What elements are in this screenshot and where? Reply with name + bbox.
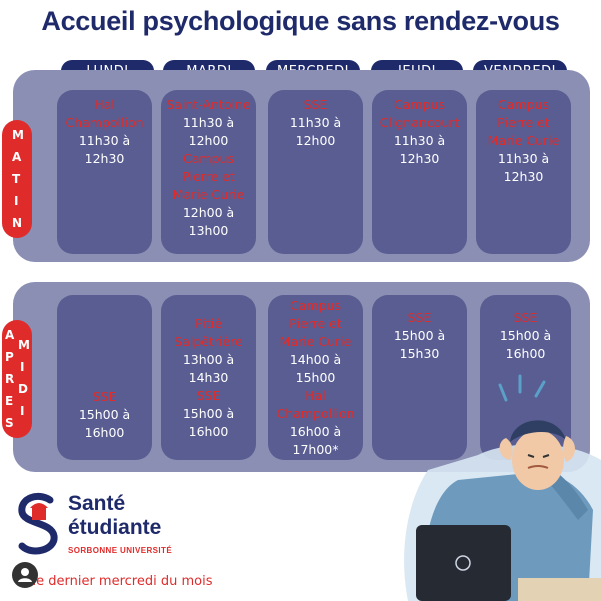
- side-label-matin: M A T I N: [2, 120, 32, 238]
- page-title: Accueil psychologique sans rendez-vous: [41, 6, 560, 36]
- time-label: 12h30: [84, 151, 125, 166]
- location-label: Campus Clignancourt: [379, 97, 460, 130]
- time-label: 11h30 à: [393, 133, 446, 148]
- location-label: SSE: [513, 310, 538, 325]
- time-label: 11h30 à: [78, 133, 131, 148]
- time-label: 15h00 à: [499, 328, 552, 343]
- time-label: 16h00 à: [289, 424, 342, 439]
- location-label: Hal Champollion: [276, 388, 355, 421]
- time-label: 11h30 à: [289, 115, 342, 130]
- brand-line-2: étudiante: [68, 516, 162, 539]
- location-label: Campus Pierre et Marie Curie: [279, 298, 352, 349]
- afternoon-lundi-cell: SSE 15h00 à 16h00: [57, 295, 152, 460]
- morning-mardi-cell: Saint-Antoine 11h30 à 12h00 Campus Pierr…: [161, 90, 256, 254]
- time-label: 13h00 à: [182, 352, 235, 367]
- time-label: 15h00: [295, 370, 336, 385]
- time-label: 15h00 à: [182, 406, 235, 421]
- time-label: 16h00: [84, 425, 125, 440]
- location-label: Saint-Antoine: [166, 97, 251, 112]
- time-label: 12h30: [503, 169, 544, 184]
- sorbonne-s-logo-icon: [16, 490, 62, 562]
- time-label: 12h00: [295, 133, 336, 148]
- time-label: 14h00 à: [289, 352, 342, 367]
- time-label: 12h30: [399, 151, 440, 166]
- afternoon-mercredi-cell: Campus Pierre et Marie Curie 14h00 à 15h…: [268, 295, 363, 460]
- time-label: 12h00 à: [182, 205, 235, 220]
- footnote: *le dernier mercredi du mois: [26, 574, 213, 589]
- location-label: SSE: [407, 310, 432, 325]
- afternoon-mardi-cell: Pitié Salpêtrière 13h00 à 14h30 SSE 15h0…: [161, 295, 256, 460]
- location-label: Pitié Salpêtrière: [174, 316, 243, 349]
- time-label: 14h30: [188, 370, 229, 385]
- stressed-student-illustration: [388, 360, 601, 601]
- time-label: 12h00: [188, 133, 229, 148]
- morning-lundi-cell: Hal Champollion 11h30 à 12h30: [57, 90, 152, 254]
- time-label: 11h30 à: [182, 115, 235, 130]
- location-label: SSE: [92, 389, 117, 404]
- location-label: Hal Champollion: [65, 97, 144, 130]
- side-label-apres-midi: A P R E S M I D I: [2, 320, 32, 438]
- time-label: 13h00: [188, 223, 229, 238]
- morning-jeudi-cell: Campus Clignancourt 11h30 à 12h30: [372, 90, 467, 254]
- location-label: Campus Pierre et Marie Curie: [487, 97, 560, 148]
- location-label: SSE: [196, 388, 221, 403]
- time-label: 16h00: [188, 424, 229, 439]
- location-label: Campus Pierre et Marie Curie: [172, 151, 245, 202]
- time-label: 17h00*: [292, 442, 339, 457]
- time-label: 15h00 à: [78, 407, 131, 422]
- morning-mercredi-cell: SSE 11h30 à 12h00: [268, 90, 363, 254]
- time-label: 15h00 à: [393, 328, 446, 343]
- morning-vendredi-cell: Campus Pierre et Marie Curie 11h30 à 12h…: [476, 90, 571, 254]
- location-label: SSE: [303, 97, 328, 112]
- user-avatar-icon[interactable]: [12, 562, 38, 588]
- brand-line-3: SORBONNE UNIVERSITÉ: [68, 546, 173, 555]
- time-label: 11h30 à: [497, 151, 550, 166]
- brand-line-1: Santé: [68, 492, 126, 515]
